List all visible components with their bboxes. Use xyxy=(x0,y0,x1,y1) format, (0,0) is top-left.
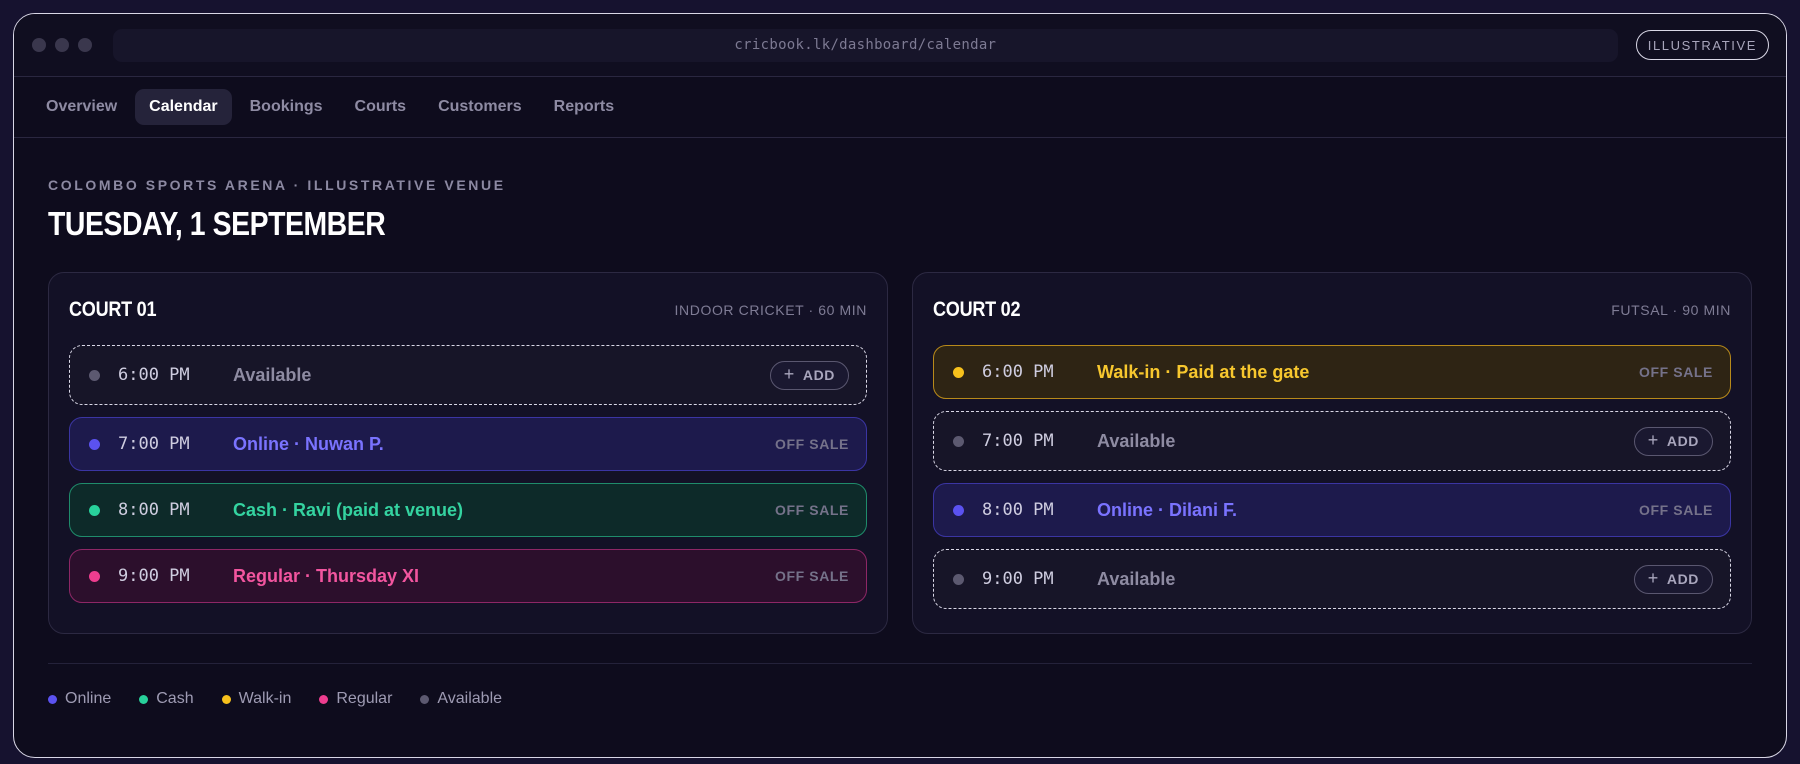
court-card-02: COURT 02 FUTSAL · 90 MIN 6:00 PM Walk-in… xyxy=(912,272,1752,634)
slot-booked-regular[interactable]: 9:00 PM Regular · Thursday XI OFF SALE xyxy=(69,549,867,603)
nav-tabs: Overview Calendar Bookings Courts Custom… xyxy=(14,77,1786,138)
tab-reports[interactable]: Reports xyxy=(540,89,628,125)
legend-cash: Cash xyxy=(139,690,194,708)
court-name: COURT 02 xyxy=(933,298,1021,321)
legend-regular: Regular xyxy=(319,690,392,708)
legend-walkin: Walk-in xyxy=(221,690,292,708)
add-button-label: ADD xyxy=(802,367,835,383)
slot-label: Walk-in · Paid at the gate xyxy=(1097,361,1310,382)
slot-booked-online[interactable]: 8:00 PM Online · Dilani F. OFF SALE xyxy=(933,483,1731,537)
plus-icon: + xyxy=(1647,568,1659,588)
legend-dot-icon xyxy=(319,694,329,704)
slot-time: 8:00 PM xyxy=(982,500,1054,520)
courts-grid: COURT 01 INDOOR CRICKET · 60 MIN 6:00 PM… xyxy=(48,272,1752,634)
legend-label: Cash xyxy=(156,690,194,707)
court-name: COURT 01 xyxy=(69,298,157,321)
slot-list: 6:00 PM Available + ADD 7:00 PM Online ·… xyxy=(69,345,867,603)
status-dot-icon xyxy=(953,435,964,447)
status-dot-icon xyxy=(89,570,100,582)
slot-available[interactable]: 7:00 PM Available + ADD xyxy=(933,411,1731,471)
tab-calendar[interactable]: Calendar xyxy=(135,89,232,125)
calendar-content: COLOMBO SPORTS ARENA · ILLUSTRATIVE VENU… xyxy=(14,177,1786,708)
court-meta: FUTSAL · 90 MIN xyxy=(1611,302,1731,318)
status-dot-icon xyxy=(953,573,964,585)
slot-status: OFF SALE xyxy=(1638,502,1713,518)
slot-label: Online · Nuwan P. xyxy=(233,433,384,454)
slot-label: Available xyxy=(1097,430,1176,451)
tab-overview[interactable]: Overview xyxy=(32,89,131,125)
plus-icon: + xyxy=(1647,430,1659,450)
page-title: TUESDAY, 1 SEPTEMBER xyxy=(48,205,386,242)
slot-time: 7:00 PM xyxy=(982,431,1054,451)
court-header: COURT 02 FUTSAL · 90 MIN xyxy=(933,273,1731,345)
venue-name: COLOMBO SPORTS ARENA · ILLUSTRATIVE VENU… xyxy=(48,177,506,193)
slot-time: 6:00 PM xyxy=(982,362,1054,382)
slot-booked-walkin[interactable]: 6:00 PM Walk-in · Paid at the gate OFF S… xyxy=(933,345,1731,399)
legend-label: Online xyxy=(65,690,112,707)
window-dot-icon[interactable] xyxy=(32,38,46,52)
illustrative-badge: ILLUSTRATIVE xyxy=(1635,30,1769,60)
window-dot-icon[interactable] xyxy=(78,38,92,52)
window-dot-icon[interactable] xyxy=(55,38,69,52)
slot-label: Cash · Ravi (paid at venue) xyxy=(233,499,464,520)
add-button-label: ADD xyxy=(1666,571,1699,587)
court-header: COURT 01 INDOOR CRICKET · 60 MIN xyxy=(69,273,867,345)
slot-list: 6:00 PM Walk-in · Paid at the gate OFF S… xyxy=(933,345,1731,609)
status-dot-icon xyxy=(953,504,964,516)
status-dot-icon xyxy=(89,369,100,381)
legend-label: Available xyxy=(437,690,503,707)
slot-label: Available xyxy=(1097,568,1176,589)
slot-available[interactable]: 6:00 PM Available + ADD xyxy=(69,345,867,405)
legend-online: Online xyxy=(48,690,111,708)
legend-dot-icon xyxy=(221,694,231,704)
divider xyxy=(48,663,1752,664)
slot-status: OFF SALE xyxy=(1638,364,1713,380)
slot-time: 9:00 PM xyxy=(982,569,1054,589)
slot-time: 6:00 PM xyxy=(118,365,190,385)
tab-customers[interactable]: Customers xyxy=(424,89,536,125)
add-booking-button[interactable]: + ADD xyxy=(769,360,849,390)
slot-booked-online[interactable]: 7:00 PM Online · Nuwan P. OFF SALE xyxy=(69,417,867,471)
slot-time: 9:00 PM xyxy=(118,566,190,586)
slot-time: 8:00 PM xyxy=(118,500,190,520)
slot-label: Online · Dilani F. xyxy=(1097,499,1238,520)
legend: Online Cash Walk-in Regular Available xyxy=(48,690,1752,708)
tab-bookings[interactable]: Bookings xyxy=(236,89,337,125)
slot-available[interactable]: 9:00 PM Available + ADD xyxy=(933,549,1731,609)
slot-time: 7:00 PM xyxy=(118,434,190,454)
legend-dot-icon xyxy=(420,694,430,704)
address-bar[interactable]: cricbook.lk/dashboard/calendar xyxy=(113,28,1618,62)
court-card-01: COURT 01 INDOOR CRICKET · 60 MIN 6:00 PM… xyxy=(48,272,888,634)
slot-booked-cash[interactable]: 8:00 PM Cash · Ravi (paid at venue) OFF … xyxy=(69,483,867,537)
slot-status: OFF SALE xyxy=(774,502,849,518)
legend-dot-icon xyxy=(48,694,57,704)
url-text: cricbook.lk/dashboard/calendar xyxy=(734,37,997,53)
status-dot-icon xyxy=(89,504,100,516)
status-dot-icon xyxy=(953,366,964,378)
slot-status: OFF SALE xyxy=(774,436,849,452)
tab-courts[interactable]: Courts xyxy=(341,89,421,125)
add-button-label: ADD xyxy=(1666,433,1699,449)
browser-window: cricbook.lk/dashboard/calendar ILLUSTRAT… xyxy=(13,13,1787,758)
slot-label: Available xyxy=(233,364,312,385)
window-controls xyxy=(32,38,92,52)
slot-status: OFF SALE xyxy=(774,568,849,584)
browser-topbar: cricbook.lk/dashboard/calendar ILLUSTRAT… xyxy=(14,14,1786,77)
status-dot-icon xyxy=(89,438,100,450)
legend-dot-icon xyxy=(139,694,149,704)
legend-label: Regular xyxy=(336,690,393,707)
legend-label: Walk-in xyxy=(238,690,292,707)
badge-label: ILLUSTRATIVE xyxy=(1647,37,1757,53)
plus-icon: + xyxy=(783,364,795,384)
court-meta: INDOOR CRICKET · 60 MIN xyxy=(674,302,867,318)
legend-available: Available xyxy=(420,690,502,708)
slot-label: Regular · Thursday XI xyxy=(233,565,420,586)
add-booking-button[interactable]: + ADD xyxy=(1633,564,1713,594)
add-booking-button[interactable]: + ADD xyxy=(1633,426,1713,456)
